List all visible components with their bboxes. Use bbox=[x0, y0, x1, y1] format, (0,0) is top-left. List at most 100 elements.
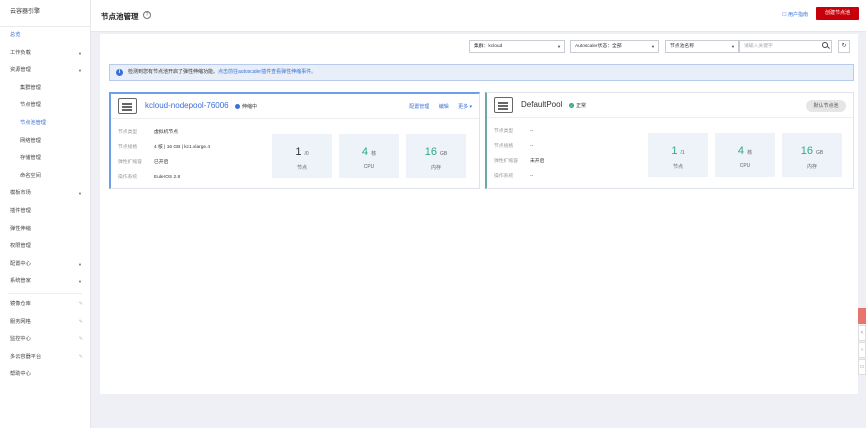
memory-stat: 16 GB 内存 bbox=[782, 133, 842, 177]
chevron-down-icon: ▼ bbox=[78, 50, 82, 56]
stat-label: 节点 bbox=[296, 165, 307, 171]
sidebar-item-label: 存储管理 bbox=[20, 155, 41, 162]
sidebar-item-label: 节点管理 bbox=[20, 102, 41, 109]
sidebar-item-label: 系统管家 bbox=[10, 278, 31, 285]
sidebar-item[interactable]: 插件管理 bbox=[0, 203, 90, 221]
sidebar-item[interactable]: 集群管理 bbox=[0, 80, 90, 98]
chevron-down-icon: ▼ bbox=[78, 261, 82, 267]
sidebar-item[interactable]: 系统管家 ▼ bbox=[0, 273, 90, 291]
sidebar-item[interactable]: 总览 bbox=[0, 27, 90, 45]
prop-row: 弹性扩缩容 未开启 bbox=[494, 157, 544, 164]
help-icon[interactable]: ? bbox=[143, 11, 151, 19]
sidebar-item[interactable]: 工作负载 ▼ bbox=[0, 45, 90, 63]
prop-value: 虚拟机节点 bbox=[154, 130, 178, 135]
stat-label: CPU bbox=[363, 164, 375, 170]
sidebar-item[interactable]: 监控中心 ✎ bbox=[0, 331, 90, 349]
prop-row: 节点规格 -- bbox=[494, 142, 533, 149]
autoscaler-select[interactable]: Autoscaler状态：全部 ▼ bbox=[570, 40, 659, 53]
sidebar-item-label: 多云容器平台 bbox=[10, 353, 42, 360]
node-count-stat: 1 /1 节点 bbox=[648, 133, 708, 177]
sidebar-item[interactable]: 权限管理 bbox=[0, 238, 90, 256]
nodepool-card: kcloud-nodepool-76006 伸缩中 配置管理 编辑 更多 ▾ 节… bbox=[109, 92, 480, 189]
sidebar-item-label: 模板市场 bbox=[10, 190, 31, 197]
search-input[interactable]: 请输入关键字 bbox=[739, 40, 832, 53]
chevron-down-icon: ▼ bbox=[78, 191, 82, 197]
prop-value: 4 核 | 16 GB | kc1.xlarge.4 bbox=[154, 145, 211, 150]
prop-row: 节点规格 4 核 | 16 GB | kc1.xlarge.4 bbox=[118, 143, 210, 150]
pin-icon[interactable]: ✎ bbox=[79, 331, 83, 349]
feedback-tab[interactable] bbox=[858, 308, 866, 324]
sidebar-item-label: 集群管理 bbox=[20, 84, 41, 91]
prop-value: EulerOS 2.8 bbox=[154, 175, 181, 180]
sidebar-item[interactable]: 服务网格 ✎ bbox=[0, 314, 90, 332]
sidebar-item[interactable]: 资源管理 ▼ bbox=[0, 62, 90, 80]
search-icon[interactable] bbox=[822, 42, 828, 48]
sidebar-divider bbox=[8, 292, 82, 294]
autoscaler-events-link[interactable]: 点击前往autoscaler插件查看弹性伸缩事件。 bbox=[218, 69, 316, 75]
status-text: 正常 bbox=[576, 103, 587, 109]
prop-value: 已开启 bbox=[154, 160, 169, 165]
sidebar-item-label: 总览 bbox=[10, 32, 21, 38]
chevron-down-icon: ▼ bbox=[731, 44, 735, 49]
sidebar-item[interactable]: 节点池管理 bbox=[0, 115, 90, 133]
prop-key: 节点类型 bbox=[494, 129, 514, 134]
more-menu[interactable]: 更多 ▾ bbox=[458, 104, 472, 110]
prop-key: 节点类型 bbox=[118, 130, 138, 135]
sidebar-item-label: 服务网格 bbox=[10, 318, 31, 325]
cluster-select-value: 集群：kcloud bbox=[474, 44, 503, 49]
sidebar-item[interactable]: 镜像仓库 ✎ bbox=[0, 296, 90, 314]
user-guide-link[interactable]: ☐ 用户指南 bbox=[782, 11, 808, 18]
pin-icon[interactable]: ✎ bbox=[79, 314, 83, 332]
chevron-down-icon: ▼ bbox=[557, 44, 561, 49]
pin-icon[interactable]: ✎ bbox=[79, 349, 83, 367]
help-circle-icon[interactable]: ○ bbox=[858, 342, 866, 358]
create-nodepool-button[interactable]: 创建节点池 bbox=[816, 7, 859, 20]
prop-value: 未开启 bbox=[530, 159, 545, 164]
sidebar-item[interactable]: 模板市场 ▼ bbox=[0, 185, 90, 203]
sidebar-item[interactable]: 帮助中心 bbox=[0, 366, 90, 384]
sidebar-item-label: 节点池管理 bbox=[20, 119, 46, 126]
page-title: 节点池管理 bbox=[101, 12, 139, 21]
prop-key: 节点规格 bbox=[494, 144, 514, 149]
attribute-select-value: 节点池名称 bbox=[670, 44, 694, 49]
prop-key: 弹性扩缩容 bbox=[494, 159, 518, 164]
sidebar-item[interactable]: 配置中心 ▼ bbox=[0, 256, 90, 274]
prop-key: 弹性扩缩容 bbox=[118, 160, 142, 165]
attribute-select[interactable]: 节点池名称 ▼ bbox=[665, 40, 739, 53]
stat-value: 4 核 bbox=[361, 146, 377, 158]
main-panel: 集群：kcloud ▼ Autoscaler状态：全部 ▼ 节点池名称 ▼ 请输入关键… bbox=[100, 34, 858, 394]
edit-link[interactable]: 编辑 bbox=[439, 104, 449, 110]
refresh-button[interactable]: ↻ bbox=[838, 40, 850, 53]
prop-row: 操作系统 -- bbox=[494, 172, 533, 179]
default-pool-badge: 默认节点池 bbox=[806, 100, 846, 112]
sidebar-item-label: 镜像仓库 bbox=[10, 300, 31, 307]
stat-label: 内存 bbox=[806, 164, 817, 170]
sidebar-item-label: 弹性伸缩 bbox=[10, 225, 31, 232]
sidebar-item-label: 命名空间 bbox=[20, 172, 41, 179]
sidebar-item-label: 资源管理 bbox=[10, 67, 31, 74]
sidebar-item[interactable]: 网络管理 bbox=[0, 133, 90, 151]
stat-label: CPU bbox=[739, 163, 751, 169]
info-text: 检测到您有节点池开启了弹性伸缩功能。 bbox=[128, 69, 219, 75]
nodepool-name: DefaultPool bbox=[521, 100, 563, 109]
pin-icon[interactable]: ✎ bbox=[79, 296, 83, 314]
filter-bar: 集群：kcloud ▼ Autoscaler状态：全部 ▼ 节点池名称 ▼ 请输入关键… bbox=[469, 40, 854, 54]
floating-toolbar: < ○ ▭ bbox=[858, 308, 866, 376]
cluster-select[interactable]: 集群：kcloud ▼ bbox=[469, 40, 565, 53]
user-guide-label: 用户指南 bbox=[787, 12, 808, 18]
check-icon: ✓ bbox=[569, 103, 574, 109]
nodepool-name[interactable]: kcloud-nodepool-76006 bbox=[145, 101, 229, 110]
sidebar-item[interactable]: 多云容器平台 ✎ bbox=[0, 349, 90, 367]
sidebar-item-label: 监控中心 bbox=[10, 336, 31, 343]
config-manage-link[interactable]: 配置管理 bbox=[409, 104, 429, 110]
share-icon[interactable]: < bbox=[858, 325, 866, 341]
stat-value: 16 GB bbox=[800, 145, 824, 157]
document-icon[interactable]: ▭ bbox=[858, 359, 866, 375]
sidebar-item[interactable]: 节点管理 bbox=[0, 97, 90, 115]
status-badge: ✓ 正常 bbox=[569, 102, 586, 109]
sidebar-item[interactable]: 存储管理 bbox=[0, 150, 90, 168]
sidebar-item[interactable]: 命名空间 bbox=[0, 168, 90, 186]
stat-label: 内存 bbox=[430, 165, 441, 171]
prop-value: -- bbox=[530, 129, 534, 134]
sidebar-item[interactable]: 弹性伸缩 bbox=[0, 221, 90, 239]
